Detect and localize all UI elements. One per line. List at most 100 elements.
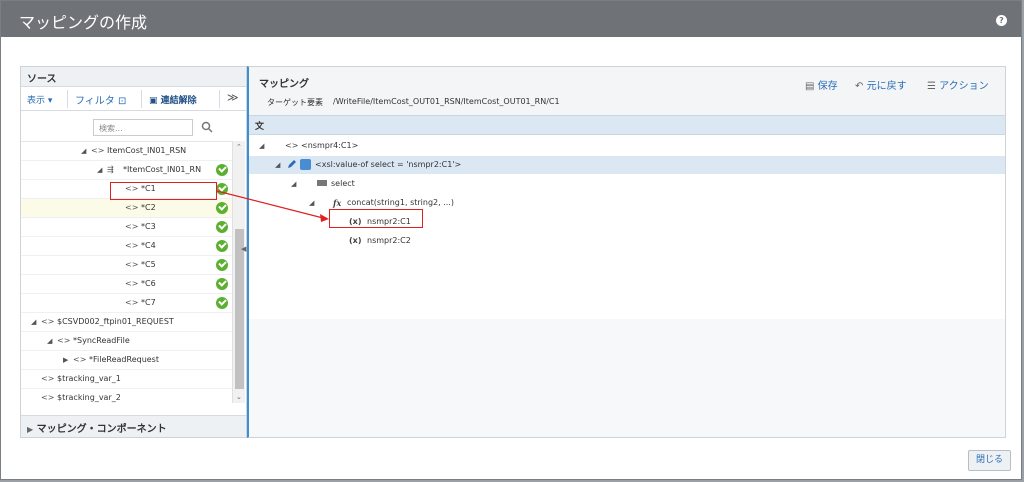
tree-node-label: *ItemCost_IN01_RN [123, 165, 202, 174]
tree-node-label: $tracking_var_1 [57, 374, 121, 383]
target-element-path: /WriteFile/ItemCost_OUT01_RSN/ItemCost_O… [333, 97, 560, 106]
mapping-tree-node[interactable]: ◢ select [249, 175, 1005, 193]
view-label: 表示 [27, 96, 46, 106]
panel-splitter-icon[interactable]: ◀ [241, 245, 246, 253]
filter-icon: ⊡ [118, 96, 127, 107]
tree-node[interactable]: <> *C6 [21, 275, 232, 294]
check-icon [216, 278, 228, 290]
tree-node[interactable]: <> *C4 [21, 237, 232, 256]
element-icon: <> [125, 241, 139, 250]
collapse-arrow-icon[interactable]: ▶ [63, 351, 68, 369]
mapping-components-label: マッピング・コンポーネント [36, 424, 167, 435]
expand-arrow-icon[interactable]: ◢ [259, 137, 264, 155]
source-panel-header: ソース [21, 67, 246, 87]
element-icon: <> [125, 260, 139, 269]
save-icon: ▤ [805, 81, 815, 92]
help-icon[interactable]: ? [996, 15, 1007, 26]
expand-arrow-icon[interactable]: ◢ [81, 142, 86, 160]
tree-node[interactable]: ◢ <> *SyncReadFile [21, 332, 232, 351]
scroll-thumb[interactable] [235, 229, 244, 389]
source-tree: ◢ <> ItemCost_IN01_RSN ◢ ⇶ *ItemCost_IN0… [21, 141, 232, 403]
undo-label: 元に戻す [866, 81, 907, 92]
mapping-tree-node[interactable]: (x) nsmpr2:C2 [249, 232, 1005, 250]
actions-label: アクション [939, 81, 989, 92]
source-panel: ソース 表示 ▾ フィルタ ⊡ ▣ 連結解除 ≫ 検索... ◢ <> Item… [20, 66, 247, 438]
search-icon[interactable] [201, 121, 213, 133]
tree-node[interactable]: ◢ <> ItemCost_IN01_RSN [21, 142, 232, 161]
expand-arrow-icon[interactable]: ◢ [47, 332, 52, 350]
element-icon: <> [57, 336, 71, 345]
save-button[interactable]: ▤ 保存 [805, 77, 838, 92]
edit-pencil-icon[interactable] [287, 159, 297, 169]
undo-button[interactable]: ↶ 元に戻す [855, 77, 907, 92]
element-icon: <> [125, 222, 139, 231]
mapping-tree-node-label: nsmpr2:C2 [367, 236, 411, 245]
element-icon: <> [125, 298, 139, 307]
check-icon [216, 297, 228, 309]
filter-button[interactable]: フィルタ ⊡ [75, 92, 126, 107]
tree-node[interactable]: ▶ <> *FileReadRequest [21, 351, 232, 370]
tree-node-label: ItemCost_IN01_RSN [107, 146, 187, 155]
actions-icon: ☰ [927, 81, 936, 92]
undo-icon: ↶ [855, 81, 864, 92]
disconnect-button[interactable]: ▣ 連結解除 [149, 93, 197, 106]
tree-node[interactable]: <> *C2 [21, 199, 232, 218]
check-icon [216, 221, 228, 233]
expand-arrow-icon[interactable]: ◢ [275, 156, 280, 174]
tree-node[interactable]: <> *C7 [21, 294, 232, 313]
filter-label: フィルタ [75, 96, 115, 107]
mapping-panel-title: マッピング [259, 79, 309, 90]
source-tree-scrollbar[interactable]: ⌃ ⌄ [232, 141, 245, 403]
mapping-tree-node[interactable]: ◢ <xsl:value-of select = 'nsmpr2:C1'> [249, 156, 1005, 174]
expand-arrow-icon[interactable]: ◢ [309, 194, 314, 212]
tree-node[interactable]: ◢ <> $CSVD002_ftpin01_REQUEST [21, 313, 232, 332]
scroll-up-icon[interactable]: ⌃ [236, 143, 242, 151]
tree-node-label: *C5 [141, 260, 156, 269]
check-icon [216, 183, 228, 195]
search-input[interactable]: 検索... [93, 119, 193, 136]
disconnect-icon: ▣ [149, 96, 158, 106]
view-menu-button[interactable]: 表示 ▾ [27, 93, 52, 106]
tree-node[interactable]: ◢ ⇶ *ItemCost_IN01_RN [21, 161, 232, 180]
element-icon: <> [41, 317, 55, 326]
tree-node-label: $CSVD002_ftpin01_REQUEST [57, 317, 174, 326]
tree-node-label: *FileReadRequest [89, 355, 159, 364]
check-icon [216, 240, 228, 252]
create-mapping-dialog: マッピングの作成 ? ソース 表示 ▾ フィルタ ⊡ ▣ 連結解除 ≫ 検索..… [0, 0, 1022, 480]
mapping-tree-node-label: select [331, 179, 355, 188]
scroll-down-icon[interactable]: ⌄ [236, 393, 242, 401]
mapping-components-section[interactable]: ▶ マッピング・コンポーネント [21, 415, 246, 437]
tree-node-label: $tracking_var_2 [57, 393, 121, 402]
mapping-panel: マッピング ターゲット要素 /WriteFile/ItemCost_OUT01_… [247, 66, 1006, 438]
dialog-title-bar: マッピングの作成 ? [1, 1, 1021, 37]
element-icon: <> [125, 203, 139, 212]
tree-node[interactable]: <> $tracking_var_2 [21, 389, 232, 403]
xsl-icon [300, 159, 311, 170]
tree-node[interactable]: <> $tracking_var_1 [21, 370, 232, 389]
close-button[interactable]: 閉じる [968, 450, 1011, 471]
tree-node[interactable]: <> *C5 [21, 256, 232, 275]
variable-icon: (x) [349, 236, 362, 245]
expand-arrow-icon[interactable]: ◢ [31, 313, 36, 331]
select-attribute-icon [317, 180, 327, 186]
actions-menu-button[interactable]: ☰ アクション [927, 77, 989, 92]
tree-node-label: *C7 [141, 298, 156, 307]
expand-arrow-icon[interactable]: ◢ [97, 161, 102, 179]
check-icon [216, 259, 228, 271]
chevron-down-icon: ▾ [47, 96, 53, 106]
mapping-panel-header: マッピング ターゲット要素 /WriteFile/ItemCost_OUT01_… [249, 67, 1005, 115]
tree-node[interactable]: <> *C3 [21, 218, 232, 237]
disconnect-label: 連結解除 [160, 96, 197, 106]
element-icon: <> [73, 355, 87, 364]
expand-arrow-icon[interactable]: ◢ [291, 175, 296, 193]
source-toolbar: 表示 ▾ フィルタ ⊡ ▣ 連結解除 ≫ [21, 87, 246, 111]
mapping-tree-node-label: <nsmpr4:C1> [301, 141, 359, 150]
element-icon: <> [41, 393, 55, 402]
more-tools-button[interactable]: ≫ [227, 91, 239, 104]
mapping-tree-node[interactable]: ◢ <> <nsmpr4:C1> [249, 137, 1005, 155]
statement-column-header: 文 [249, 115, 1005, 135]
element-icon: <> [91, 146, 105, 155]
source-highlight-box [110, 182, 217, 200]
check-icon [216, 164, 228, 176]
mapping-panel-empty-area [249, 319, 1005, 437]
